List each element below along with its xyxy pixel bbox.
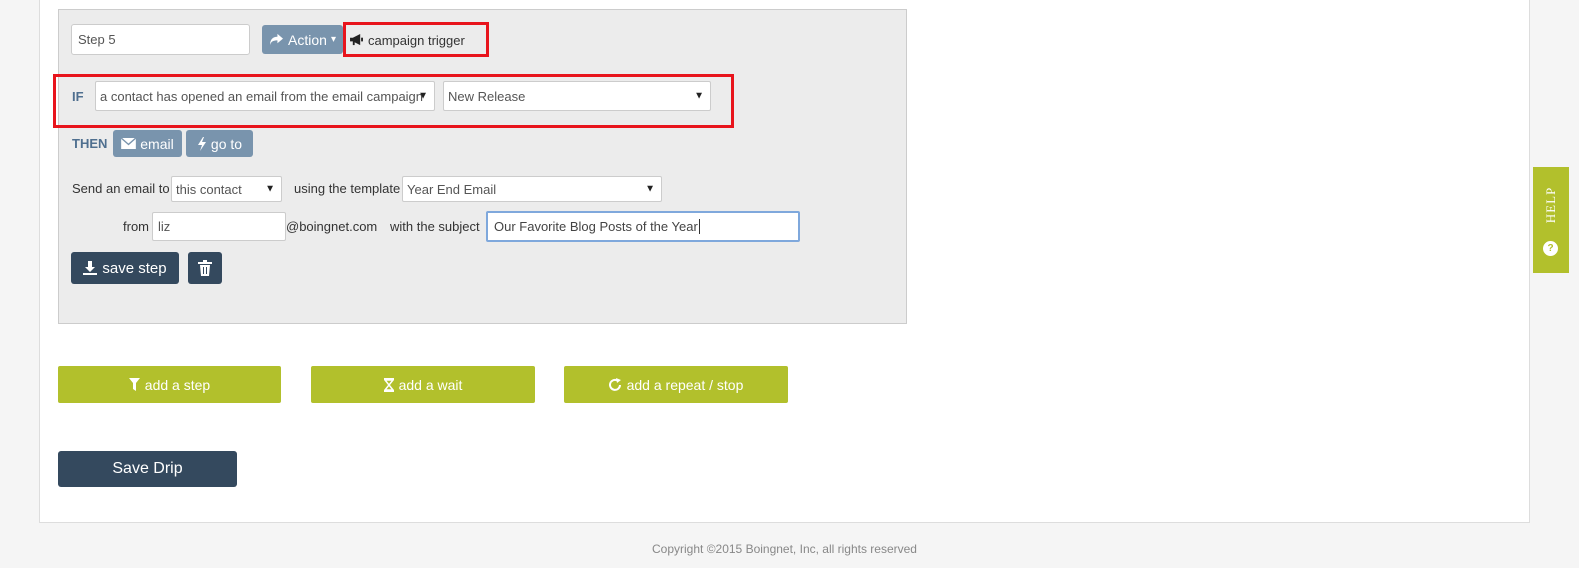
save-drip-label: Save Drip [112,460,183,477]
event-select[interactable]: a contact has opened an email from the e… [95,81,435,111]
add-step-button[interactable]: add a step [58,366,281,403]
save-step-button[interactable]: save step [71,252,179,284]
recipient-select-value: this contact [176,181,242,197]
action-button[interactable]: Action ▾ [262,25,343,54]
megaphone-icon [350,34,363,46]
goto-button-label: go to [210,135,243,152]
footer-copyright: Copyright ©2015 Boingnet, Inc, all right… [652,542,917,556]
add-repeat-label: add a repeat / stop [626,376,744,393]
from-input-value: liz [158,219,171,234]
filter-icon [128,378,140,391]
question-circle-icon: ? [1543,241,1558,256]
lightning-bolt-icon [197,136,206,151]
email-action-button[interactable]: email [113,130,182,157]
step-name-input[interactable]: Step 5 [71,24,250,55]
help-tab[interactable]: HELP ? [1533,167,1569,273]
delete-step-button[interactable] [188,252,222,284]
select-caret-icon: ▼ [418,90,428,102]
help-label: HELP [1543,186,1558,224]
step-name-value: Step 5 [78,32,116,47]
if-label: IF [72,89,84,104]
recipient-select[interactable]: this contact ▼ [171,176,282,202]
subject-input-value: Our Favorite Blog Posts of the Year [494,219,698,234]
add-wait-label: add a wait [398,376,463,393]
save-step-label: save step [102,259,167,277]
refresh-icon [608,377,621,391]
from-label: from [123,219,149,234]
then-label: THEN [72,136,108,151]
campaign-trigger-label: campaign trigger [349,31,465,49]
save-drip-button[interactable]: Save Drip [58,451,237,487]
add-step-label: add a step [144,376,211,393]
trash-icon [198,260,212,276]
add-wait-button[interactable]: add a wait [311,366,535,403]
from-input[interactable]: liz [152,212,286,241]
trigger-text: campaign trigger [368,32,465,48]
template-label: using the template [294,181,401,196]
campaign-select[interactable]: New Release ▼ [443,81,711,111]
text-cursor [698,219,700,234]
share-arrow-icon [270,33,284,46]
campaign-select-value: New Release [448,88,526,104]
add-repeat-button[interactable]: add a repeat / stop [564,366,788,403]
chevron-down-icon: ▾ [330,34,336,45]
template-select[interactable]: Year End Email ▼ [402,176,662,202]
envelope-icon [121,138,137,149]
send-to-label: Send an email to [72,181,170,196]
goto-action-button[interactable]: go to [186,130,253,157]
action-label: Action [288,31,327,48]
select-caret-icon: ▼ [694,90,704,102]
event-select-value: a contact has opened an email from the e… [100,88,424,104]
template-select-value: Year End Email [407,181,497,197]
email-button-label: email [140,135,174,152]
select-caret-icon: ▼ [265,183,275,195]
email-domain-text: @boingnet.com [286,219,378,234]
subject-input[interactable]: Our Favorite Blog Posts of the Year [486,211,800,242]
select-caret-icon: ▼ [645,183,655,195]
subject-label: with the subject [390,219,480,234]
hourglass-icon [383,377,394,392]
download-icon [83,261,98,275]
